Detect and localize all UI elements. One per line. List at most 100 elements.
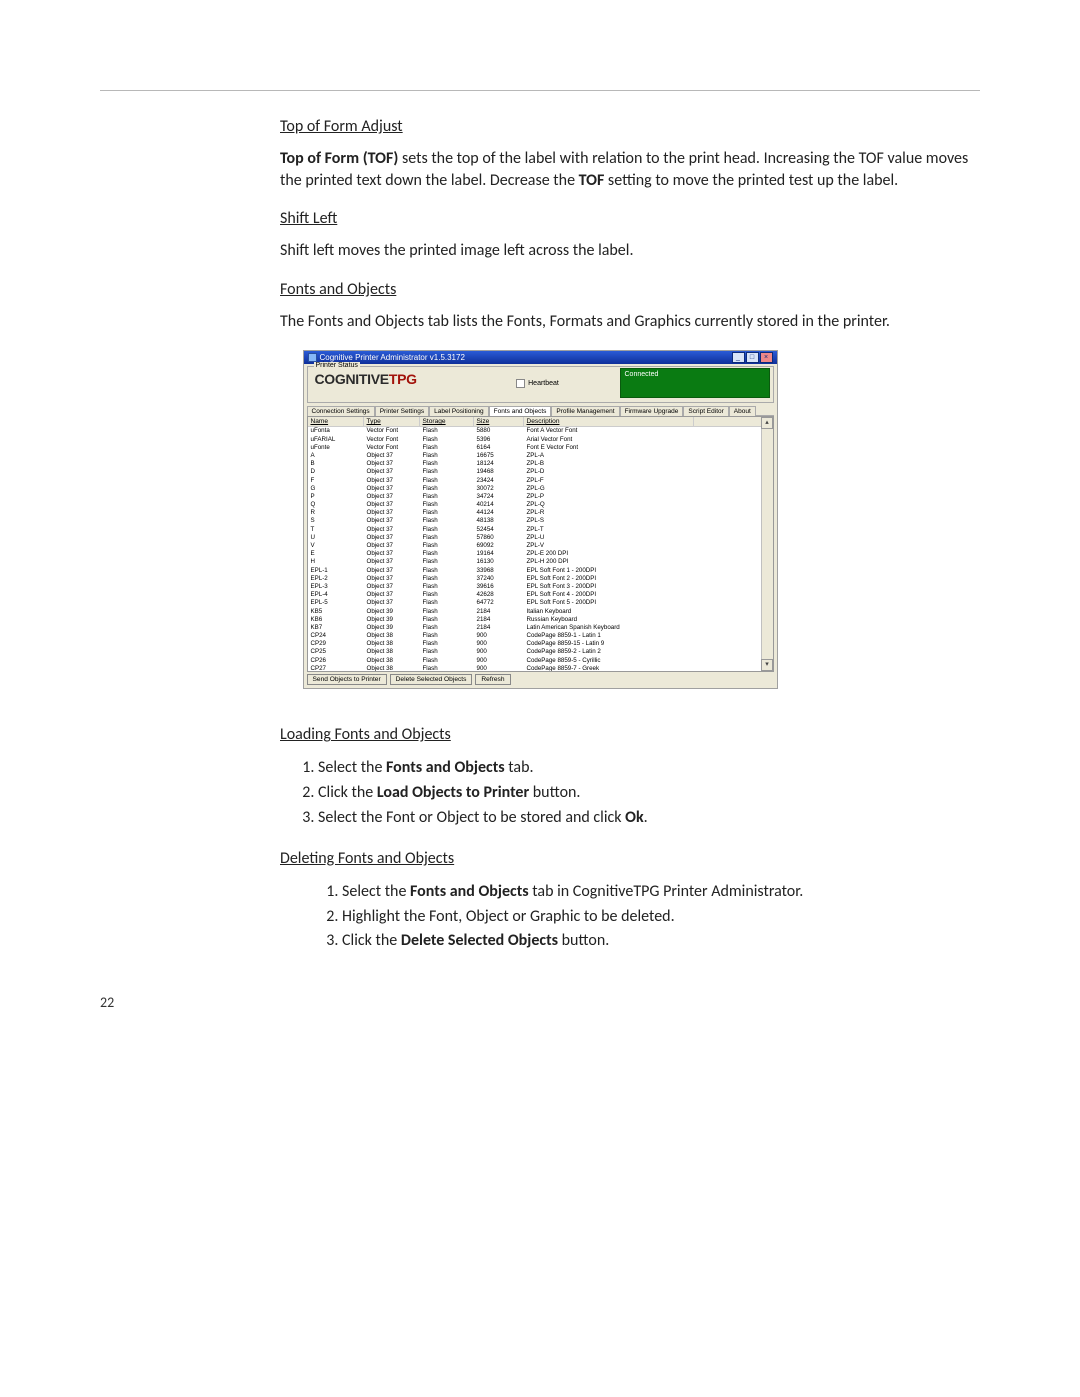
- list-item[interactable]: SObject 37Flash48138ZPL-S: [308, 517, 761, 525]
- cell-type: Object 38: [364, 657, 420, 665]
- cell-name: S: [308, 517, 364, 525]
- cell-spacer: [694, 517, 761, 525]
- col-storage[interactable]: Storage: [420, 417, 474, 427]
- cell-type: Object 37: [364, 517, 420, 525]
- cell-desc: EPL Soft Font 5 - 200DPI: [524, 599, 694, 607]
- cell-storage: Flash: [420, 550, 474, 558]
- list-item[interactable]: HObject 37Flash16130ZPL-H 200 DPI: [308, 558, 761, 566]
- close-icon[interactable]: ×: [760, 352, 773, 363]
- list-item[interactable]: BObject 37Flash18124ZPL-B: [308, 460, 761, 468]
- window-title: Cognitive Printer Administrator v1.5.317…: [320, 353, 465, 362]
- scroll-up-icon[interactable]: ▴: [761, 417, 773, 429]
- cell-size: 19468: [474, 468, 524, 476]
- object-list[interactable]: Name Type Storage Size Description uFont…: [307, 416, 774, 672]
- deleting-heading: Deleting Fonts and Objects: [280, 849, 980, 868]
- list-item[interactable]: KB6Object 39Flash2184Russian Keyboard: [308, 616, 761, 624]
- list-item[interactable]: EPL-2Object 37Flash37240EPL Soft Font 2 …: [308, 575, 761, 583]
- cell-size: 6164: [474, 444, 524, 452]
- cell-name: CP24: [308, 632, 364, 640]
- ls1c: tab.: [505, 758, 534, 777]
- cell-spacer: [694, 444, 761, 452]
- cell-name: KB6: [308, 616, 364, 624]
- cell-spacer: [694, 534, 761, 542]
- cell-type: Object 37: [364, 591, 420, 599]
- list-item[interactable]: uFontaVector FontFlash5880Font A Vector …: [308, 427, 761, 435]
- list-item[interactable]: QObject 37Flash40214ZPL-Q: [308, 501, 761, 509]
- list-item[interactable]: TObject 37Flash52454ZPL-T: [308, 526, 761, 534]
- list-item[interactable]: KB5Object 39Flash2184Italian Keyboard: [308, 608, 761, 616]
- list-item[interactable]: AObject 37Flash16675ZPL-A: [308, 452, 761, 460]
- tab-about[interactable]: About: [729, 406, 756, 416]
- send-objects-button[interactable]: Send Objects to Printer: [307, 674, 387, 685]
- scroll-down-icon[interactable]: ▾: [761, 659, 773, 671]
- col-size[interactable]: Size: [474, 417, 524, 427]
- tab-connection-settings[interactable]: Connection Settings: [307, 406, 375, 416]
- list-item[interactable]: CP24Object 38Flash900CodePage 8859-1 - L…: [308, 632, 761, 640]
- col-type[interactable]: Type: [364, 417, 420, 427]
- cell-size: 39616: [474, 583, 524, 591]
- cell-name: EPL-4: [308, 591, 364, 599]
- list-item[interactable]: PObject 37Flash34724ZPL-P: [308, 493, 761, 501]
- tab-label-positioning[interactable]: Label Positioning: [429, 406, 489, 416]
- cell-type: Object 38: [364, 648, 420, 656]
- cell-storage: Flash: [420, 493, 474, 501]
- cell-name: B: [308, 460, 364, 468]
- tab-script-editor[interactable]: Script Editor: [683, 406, 728, 416]
- list-item[interactable]: CP26Object 38Flash900CodePage 8859-5 - C…: [308, 657, 761, 665]
- heartbeat-checkbox[interactable]: [516, 379, 525, 388]
- list-item[interactable]: uFonteVector FontFlash6164Font E Vector …: [308, 444, 761, 452]
- cell-desc: ZPL-B: [524, 460, 694, 468]
- list-item[interactable]: VObject 37Flash69092ZPL-V: [308, 542, 761, 550]
- tab-printer-settings[interactable]: Printer Settings: [375, 406, 429, 416]
- cell-spacer: [694, 509, 761, 517]
- col-description[interactable]: Description: [524, 417, 694, 427]
- cell-size: 900: [474, 665, 524, 673]
- heartbeat-label: Heartbeat: [528, 380, 559, 387]
- col-name[interactable]: Name: [308, 417, 364, 427]
- cell-name: CP29: [308, 640, 364, 648]
- tab-fonts-and-objects[interactable]: Fonts and Objects: [489, 406, 552, 416]
- cell-desc: ZPL-A: [524, 452, 694, 460]
- list-item[interactable]: EPL-3Object 37Flash39616EPL Soft Font 3 …: [308, 583, 761, 591]
- cell-type: Object 37: [364, 485, 420, 493]
- ds1c: tab in CognitiveTPG Printer Administrato…: [529, 882, 804, 901]
- cell-name: D: [308, 468, 364, 476]
- maximize-icon[interactable]: □: [746, 352, 759, 363]
- list-item[interactable]: FObject 37Flash23424ZPL-F: [308, 477, 761, 485]
- list-item[interactable]: UObject 37Flash57860ZPL-U: [308, 534, 761, 542]
- cell-name: CP27: [308, 665, 364, 673]
- list-item[interactable]: EPL-5Object 37Flash64772EPL Soft Font 5 …: [308, 599, 761, 607]
- cell-size: 64772: [474, 599, 524, 607]
- cell-type: Object 37: [364, 468, 420, 476]
- list-item[interactable]: EPL-1Object 37Flash33968EPL Soft Font 1 …: [308, 567, 761, 575]
- refresh-button[interactable]: Refresh: [475, 674, 510, 685]
- tab-profile-management[interactable]: Profile Management: [551, 406, 619, 416]
- list-item[interactable]: EObject 37Flash19164ZPL-E 200 DPI: [308, 550, 761, 558]
- minimize-icon[interactable]: _: [732, 352, 745, 363]
- tab-firmware-upgrade[interactable]: Firmware Upgrade: [620, 406, 684, 416]
- cell-storage: Flash: [420, 485, 474, 493]
- cell-spacer: [694, 640, 761, 648]
- list-item[interactable]: EPL-4Object 37Flash42628EPL Soft Font 4 …: [308, 591, 761, 599]
- cell-storage: Flash: [420, 648, 474, 656]
- list-item[interactable]: DObject 37Flash19468ZPL-D: [308, 468, 761, 476]
- list-item[interactable]: RObject 37Flash44124ZPL-R: [308, 509, 761, 517]
- list-item[interactable]: uFARIALVector FontFlash5396Arial Vector …: [308, 436, 761, 444]
- list-item[interactable]: CP25Object 38Flash900CodePage 8859-2 - L…: [308, 648, 761, 656]
- titlebar[interactable]: Cognitive Printer Administrator v1.5.317…: [304, 351, 777, 364]
- cell-storage: Flash: [420, 616, 474, 624]
- cell-spacer: [694, 657, 761, 665]
- delete-selected-button[interactable]: Delete Selected Objects: [390, 674, 473, 685]
- cell-spacer: [694, 501, 761, 509]
- scrollbar[interactable]: ▴ ▾: [761, 417, 773, 671]
- cell-spacer: [694, 468, 761, 476]
- cell-type: Object 38: [364, 640, 420, 648]
- cell-storage: Flash: [420, 501, 474, 509]
- cell-size: 37240: [474, 575, 524, 583]
- list-item[interactable]: CP27Object 38Flash900CodePage 8859-7 - G…: [308, 665, 761, 673]
- list-item[interactable]: CP29Object 38Flash900CodePage 8859-15 - …: [308, 640, 761, 648]
- cell-spacer: [694, 567, 761, 575]
- list-item[interactable]: GObject 37Flash30072ZPL-G: [308, 485, 761, 493]
- list-item[interactable]: KB7Object 39Flash2184Latin American Span…: [308, 624, 761, 632]
- cell-size: 34724: [474, 493, 524, 501]
